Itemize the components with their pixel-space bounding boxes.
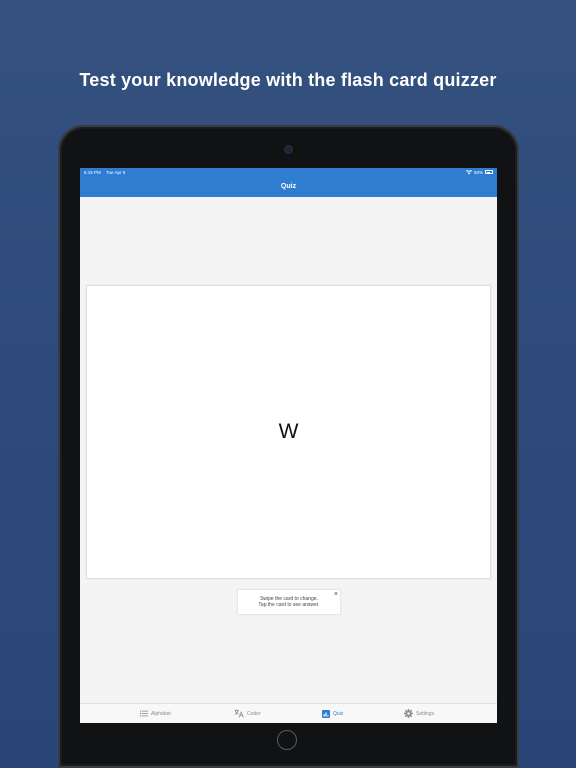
status-bar: 6:15 PM Tue Apr 9 50% bbox=[80, 168, 497, 177]
status-left: 6:15 PM Tue Apr 9 bbox=[84, 170, 129, 175]
home-button[interactable] bbox=[277, 730, 297, 750]
card-letter: W bbox=[278, 420, 299, 443]
nav-title: Quiz bbox=[280, 183, 297, 190]
close-icon[interactable]: × bbox=[334, 591, 338, 598]
gear-icon bbox=[404, 709, 413, 718]
headline: Test your knowledge with the flash card … bbox=[79, 70, 497, 90]
tab-label: Settings bbox=[416, 710, 435, 717]
battery-icon bbox=[485, 170, 493, 174]
hint-tooltip: Swipe the card to change. Tap the card t… bbox=[238, 590, 340, 614]
status-date: Tue Apr 9 bbox=[105, 170, 126, 175]
status-time: 6:15 PM bbox=[84, 170, 101, 175]
tab-label: Coder bbox=[247, 710, 261, 717]
tab-label: Quiz bbox=[333, 710, 344, 717]
tab-alphabet[interactable]: Alphabet bbox=[140, 704, 171, 723]
battery-percent: 50% bbox=[473, 169, 483, 175]
translate-icon bbox=[234, 709, 244, 718]
tab-quiz[interactable]: Quiz bbox=[322, 704, 343, 723]
nav-bar: Quiz bbox=[80, 177, 497, 197]
camera-icon bbox=[285, 146, 292, 153]
hint-line-2: Tap the card to see answer. bbox=[258, 602, 320, 608]
flash-card[interactable]: W bbox=[87, 286, 490, 578]
app-screen: 6:15 PM Tue Apr 9 50% Quiz W Swipe the c… bbox=[80, 168, 497, 723]
quiz-icon bbox=[322, 709, 330, 718]
tab-settings[interactable]: Settings bbox=[404, 704, 434, 723]
status-right: 50% bbox=[465, 169, 493, 175]
list-icon bbox=[140, 710, 148, 717]
tab-bar: Alphabet Coder Quiz Settings bbox=[80, 703, 497, 723]
ipad-frame: 6:15 PM Tue Apr 9 50% Quiz W Swipe the c… bbox=[58, 125, 519, 768]
tab-label: Alphabet bbox=[151, 710, 171, 717]
tab-coder[interactable]: Coder bbox=[234, 704, 261, 723]
wifi-icon bbox=[465, 169, 472, 174]
